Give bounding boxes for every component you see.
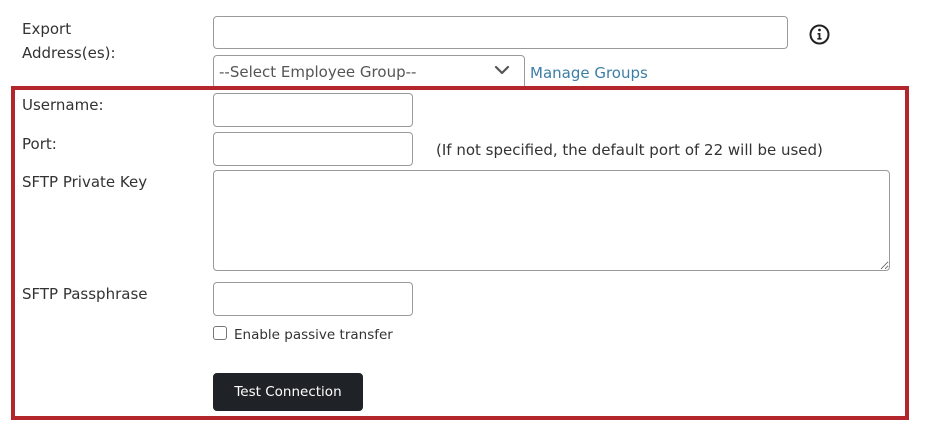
port-label: Port: — [22, 135, 57, 153]
export-address-label: Export Address(es): — [22, 17, 116, 65]
port-input[interactable] — [213, 132, 413, 166]
username-input[interactable] — [213, 93, 413, 127]
test-connection-button[interactable]: Test Connection — [213, 373, 363, 411]
export-address-input[interactable] — [213, 16, 788, 49]
username-label: Username: — [22, 96, 104, 114]
export-address-label-line2: Address(es): — [22, 44, 116, 62]
sftp-export-settings: Export Address(es): --Select Employee Gr… — [0, 0, 925, 434]
export-address-label-line1: Export — [22, 20, 72, 38]
port-default-note: (If not specified, the default port of 2… — [436, 141, 823, 159]
private-key-label: SFTP Private Key — [22, 173, 148, 191]
passphrase-label: SFTP Passphrase — [22, 285, 148, 303]
passive-transfer-checkbox[interactable] — [213, 326, 227, 340]
passive-transfer-label[interactable]: Enable passive transfer — [234, 323, 393, 347]
employee-group-select[interactable]: --Select Employee Group-- — [213, 55, 525, 89]
private-key-textarea[interactable] — [213, 170, 890, 271]
info-icon[interactable] — [809, 24, 830, 45]
passphrase-input[interactable] — [213, 282, 413, 316]
chevron-down-icon — [494, 65, 510, 75]
manage-groups-link[interactable]: Manage Groups — [530, 61, 648, 85]
employee-group-select-value: --Select Employee Group-- — [219, 63, 417, 81]
